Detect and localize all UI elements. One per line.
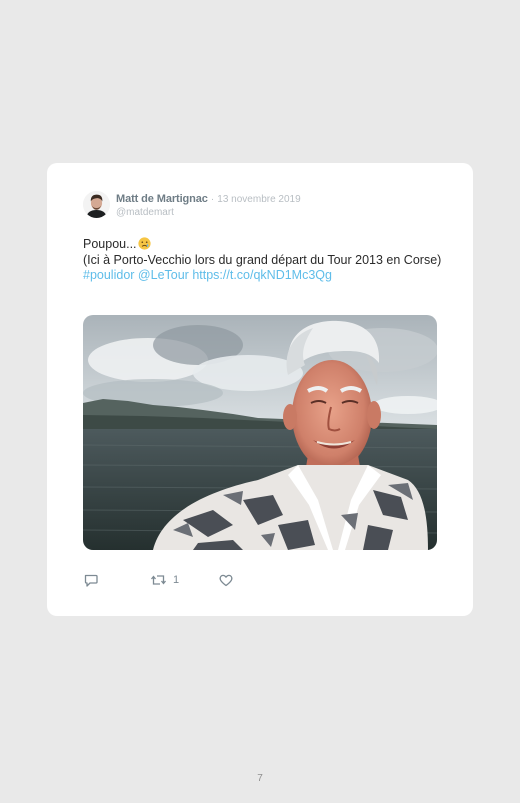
author-name[interactable]: Matt de Martignac bbox=[116, 193, 208, 205]
heart-icon bbox=[219, 574, 233, 587]
tweet-text-line-1: Poupou... bbox=[83, 237, 443, 253]
avatar[interactable] bbox=[83, 191, 110, 218]
tweet-card: Matt de Martignac · 13 novembre 2019 @ma… bbox=[47, 163, 473, 616]
hashtag-link[interactable]: #poulidor bbox=[83, 268, 134, 282]
separator-dot: · bbox=[210, 194, 215, 205]
tweet-text-line-2: (Ici à Porto-Vecchio lors du grand dépar… bbox=[83, 252, 442, 267]
author-handle[interactable]: @matdemart bbox=[116, 207, 446, 219]
like-button[interactable] bbox=[218, 572, 234, 588]
retweet-button[interactable]: 1 bbox=[150, 572, 179, 588]
reply-button[interactable] bbox=[83, 572, 99, 588]
mention-link[interactable]: @LeTour bbox=[138, 268, 189, 282]
avatar-image bbox=[83, 191, 110, 218]
photo-icon bbox=[83, 315, 437, 550]
tweet-text-intro: Poupou... bbox=[83, 237, 137, 251]
tweet-date[interactable]: 13 novembre 2019 bbox=[217, 194, 300, 205]
tweet-actions: 1 bbox=[83, 572, 283, 588]
url-link[interactable]: https://t.co/qkND1Mc3Qg bbox=[192, 268, 332, 282]
retweet-icon bbox=[150, 575, 167, 585]
tweet-header: Matt de Martignac · 13 novembre 2019 @ma… bbox=[116, 193, 446, 219]
tweet-text: Poupou... (Ici à Porto-Vecchio lors du g… bbox=[83, 237, 443, 284]
crying-face-emoji-icon bbox=[137, 237, 151, 250]
author-line: Matt de Martignac · 13 novembre 2019 bbox=[116, 193, 446, 206]
retweet-count: 1 bbox=[173, 574, 180, 586]
tweet-links-line: #poulidor @LeTour https://t.co/qkND1Mc3Q… bbox=[83, 268, 443, 284]
page-number: 7 bbox=[257, 773, 263, 784]
tweet-photo[interactable] bbox=[83, 315, 437, 550]
reply-icon bbox=[84, 574, 98, 587]
